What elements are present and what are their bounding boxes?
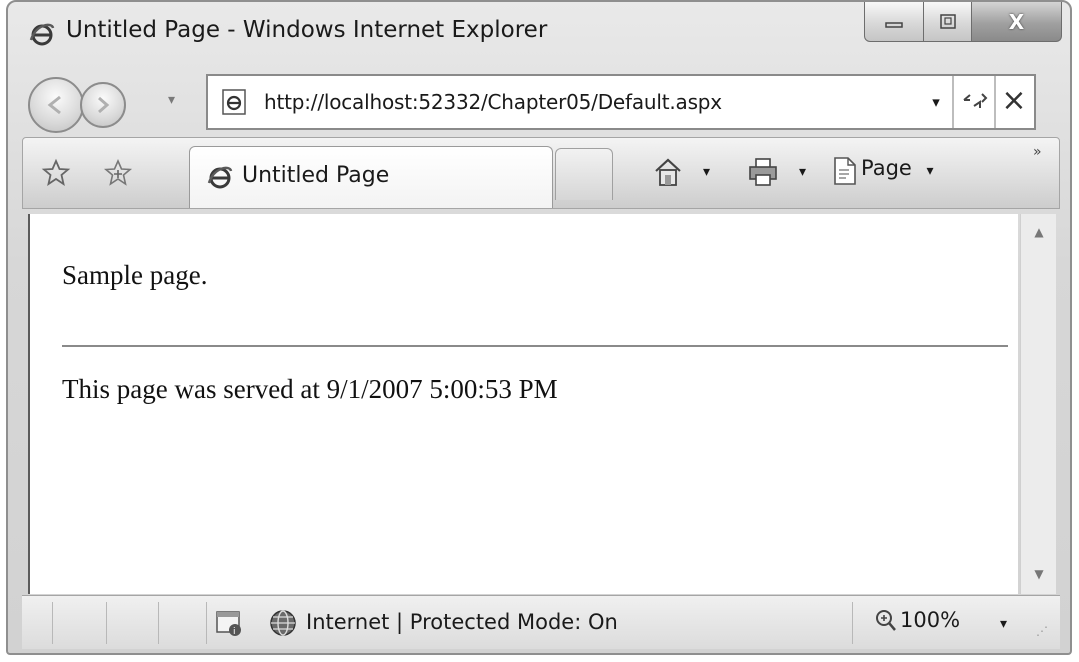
status-divider xyxy=(852,602,853,644)
home-icon[interactable] xyxy=(653,156,683,188)
caption-buttons: X xyxy=(864,2,1062,44)
home-dropdown-icon[interactable]: ▾ xyxy=(703,164,710,180)
printer-icon[interactable] xyxy=(747,156,779,188)
forward-button[interactable] xyxy=(80,82,126,128)
page-icon[interactable] xyxy=(831,155,859,187)
maximize-button[interactable] xyxy=(924,2,972,42)
new-tab-button[interactable] xyxy=(555,148,613,200)
ie-page-icon xyxy=(222,89,246,115)
stop-icon[interactable]: × xyxy=(998,84,1030,118)
zoom-dropdown-icon[interactable]: ▾ xyxy=(1000,616,1007,632)
svg-text:i: i xyxy=(233,627,236,637)
status-divider xyxy=(52,602,53,644)
vertical-scrollbar[interactable]: ▲ ▼ xyxy=(1020,214,1056,594)
add-star-icon[interactable] xyxy=(103,158,133,188)
page-menu-dropdown-icon: ▾ xyxy=(926,163,934,179)
zoom-icon[interactable] xyxy=(874,606,898,636)
window-title: Untitled Page - Windows Internet Explore… xyxy=(66,17,548,43)
back-button[interactable] xyxy=(28,77,84,133)
address-dropdown-icon[interactable]: ▾ xyxy=(926,90,946,114)
page-status-icon[interactable]: i xyxy=(214,608,244,638)
ie-icon xyxy=(207,166,233,189)
minimize-button[interactable] xyxy=(864,2,924,42)
status-bar: i Internet | Protected Mode: On 100% ▾ ⋰ xyxy=(22,595,1060,649)
maximize-icon xyxy=(939,13,956,29)
tab-bar: Untitled Page ▾ ▾ Page ▾ » xyxy=(22,137,1060,209)
sample-text: Sample page. xyxy=(62,260,208,290)
url-text[interactable]: http://localhost:52332/Chapter05/Default… xyxy=(264,90,722,114)
tab-untitled-page[interactable]: Untitled Page xyxy=(189,146,553,208)
tab-label: Untitled Page xyxy=(242,163,390,188)
close-icon: X xyxy=(1008,9,1025,34)
browser-window: Untitled Page - Windows Internet Explore… xyxy=(6,0,1072,655)
security-zone-text[interactable]: Internet | Protected Mode: On xyxy=(306,610,618,634)
chevron-overflow-icon[interactable]: » xyxy=(1033,144,1042,160)
status-divider xyxy=(158,602,159,644)
resize-grip-icon[interactable]: ⋰ xyxy=(1036,622,1054,640)
page-menu-button[interactable]: Page ▾ xyxy=(861,156,934,180)
forward-arrow-icon xyxy=(98,96,110,114)
served-timestamp-text: This page was served at 9/1/2007 5:00:53… xyxy=(62,374,558,404)
scroll-down-icon[interactable]: ▼ xyxy=(1021,562,1057,586)
ie-icon xyxy=(29,23,55,46)
refresh-icon[interactable] xyxy=(960,86,990,116)
minimize-icon xyxy=(885,21,903,28)
address-bar[interactable]: http://localhost:52332/Chapter05/Default… xyxy=(206,74,1036,130)
scroll-up-icon[interactable]: ▲ xyxy=(1021,220,1057,244)
horizontal-rule xyxy=(62,345,1008,347)
print-dropdown-icon[interactable]: ▾ xyxy=(799,164,806,180)
title-bar[interactable]: Untitled Page - Windows Internet Explore… xyxy=(8,2,1070,64)
address-separator xyxy=(994,76,996,128)
back-arrow-icon xyxy=(47,95,61,115)
page-menu-label: Page xyxy=(861,156,912,180)
status-divider xyxy=(106,602,107,644)
page-content: Sample page. This page was served at 9/1… xyxy=(28,214,1018,594)
star-icon[interactable] xyxy=(41,158,71,188)
zoom-level[interactable]: 100% xyxy=(900,608,960,632)
close-button[interactable]: X xyxy=(972,2,1062,42)
history-dropdown-icon[interactable]: ▾ xyxy=(168,92,175,108)
globe-icon xyxy=(270,610,296,636)
status-divider xyxy=(206,602,207,644)
address-separator xyxy=(952,76,954,128)
